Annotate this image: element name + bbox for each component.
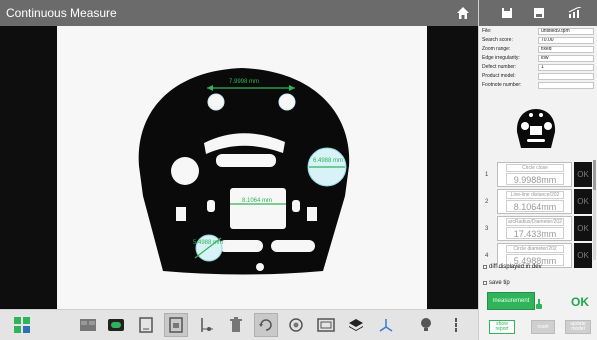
light-button[interactable] <box>414 313 438 337</box>
axis-icon <box>379 319 393 332</box>
search-score-input[interactable]: 70.00 <box>538 37 594 44</box>
checkbox-box <box>483 265 487 269</box>
bottom-toolbar <box>0 309 478 340</box>
target-button[interactable] <box>284 313 308 337</box>
show-report-button[interactable]: show report <box>489 320 515 334</box>
measurement-row[interactable]: 4 Circle diameter/202 5.4988mm OK <box>479 237 597 277</box>
target-icon <box>289 318 303 332</box>
product-model-input[interactable] <box>538 73 594 80</box>
select-region-button[interactable] <box>164 313 188 337</box>
rotate-button[interactable] <box>254 313 278 337</box>
setting-row-search-score: Search score: 70.00 <box>482 37 596 44</box>
part-thumbnail <box>516 109 556 148</box>
setting-row-footnote-number: Footnote number: <box>482 82 596 89</box>
home-button[interactable] <box>452 2 474 24</box>
overlay-label-right: 6.4988 mm <box>313 158 343 164</box>
hole-top-left <box>207 93 225 111</box>
measurement-button[interactable]: measurement <box>487 292 535 310</box>
rect-hole-small-right <box>292 200 300 212</box>
point-line-button[interactable] <box>194 313 218 337</box>
rect-hole-small-left <box>207 200 215 212</box>
chart-icon <box>568 7 582 18</box>
panel-toolbar <box>479 0 597 26</box>
hole-left-large <box>171 157 199 185</box>
template-button[interactable] <box>314 313 338 337</box>
statistics-button[interactable] <box>565 3 585 23</box>
setting-row-zoom-range: Zoom range: fixed <box>482 46 596 53</box>
title-bar: Continuous Measure <box>0 0 478 26</box>
save-icon <box>502 8 512 18</box>
hole-bottom-center <box>256 263 264 271</box>
layers-icon <box>349 319 363 331</box>
diff-displayed-checkbox[interactable]: diff displayed in dev <box>483 264 542 270</box>
select-region-icon <box>169 317 183 333</box>
overlay-label-center: 8.1064 mm <box>242 198 272 204</box>
pointer-hand-icon <box>536 299 542 309</box>
save-as-icon <box>534 8 544 18</box>
rect-hole-left <box>176 207 186 221</box>
page-icon <box>139 317 153 333</box>
setting-row-product-model: Product model: <box>482 73 596 80</box>
trash-icon <box>230 317 242 332</box>
camera-icon <box>108 319 124 331</box>
rect-hole-right <box>307 207 317 221</box>
checkbox-box <box>483 281 487 285</box>
layers-button[interactable] <box>344 313 368 337</box>
slot-top <box>216 154 276 167</box>
point-line-icon <box>201 318 213 332</box>
center-window <box>230 188 286 229</box>
save-as-button[interactable] <box>529 3 549 23</box>
save-tip-checkbox[interactable]: save tip <box>483 280 510 286</box>
more-button[interactable] <box>444 313 468 337</box>
setting-row-defect-number: Defect number: 1 <box>482 64 596 71</box>
overall-result: OK <box>571 295 589 309</box>
slot-bottom-right <box>271 240 315 252</box>
continuous-measure-window: Continuous Measure 7.9998 mm 8.1064 mm 6… <box>0 0 597 340</box>
edge-irregularity-select[interactable]: low <box>538 55 594 62</box>
bulb-icon <box>421 318 431 331</box>
save-button[interactable] <box>497 3 517 23</box>
camera-button[interactable] <box>104 313 128 337</box>
setting-row-file: File: untitled9.tpm <box>482 28 596 35</box>
grid-icon <box>14 317 30 333</box>
hole-bottom-left-measured <box>195 234 223 262</box>
grid-menu-button[interactable] <box>10 313 34 337</box>
update-model-button[interactable]: update model <box>565 320 591 334</box>
overlay-label-bottom-left: 5.4988 mm <box>193 240 223 246</box>
template-icon <box>317 318 335 332</box>
home-icon <box>457 7 469 19</box>
image-view-icon <box>80 319 96 331</box>
image-view-button[interactable] <box>76 313 100 337</box>
window-title: Continuous Measure <box>6 6 117 20</box>
image-canvas[interactable]: 7.9998 mm 8.1064 mm 6.4988 mm 5.4988 mm <box>57 26 427 309</box>
defect-number-input[interactable]: 1 <box>538 64 594 71</box>
status-badge: OK <box>574 243 592 268</box>
file-select[interactable]: untitled9.tpm <box>538 28 594 35</box>
overlay-label-top: 7.9998 mm <box>229 79 259 85</box>
setting-row-edge-irregularity: Edge irregularity: low <box>482 55 596 62</box>
axis-button[interactable] <box>374 313 398 337</box>
zoom-range-select[interactable]: fixed <box>538 46 594 53</box>
delete-button[interactable] <box>224 313 248 337</box>
scrollbar-thumb[interactable] <box>593 160 596 190</box>
rotate-icon <box>259 319 272 331</box>
camera-viewport[interactable]: 7.9998 mm 8.1064 mm 6.4988 mm 5.4988 mm <box>0 26 478 309</box>
slot-bottom-left <box>219 240 263 252</box>
hole-top-right <box>278 93 296 111</box>
more-vertical-icon <box>455 318 457 332</box>
reset-button[interactable]: reset <box>531 320 555 334</box>
page-button[interactable] <box>134 313 158 337</box>
right-panel: File: untitled9.tpm Search score: 70.00 Zo… <box>478 0 597 340</box>
footnote-number-input[interactable] <box>538 82 594 89</box>
